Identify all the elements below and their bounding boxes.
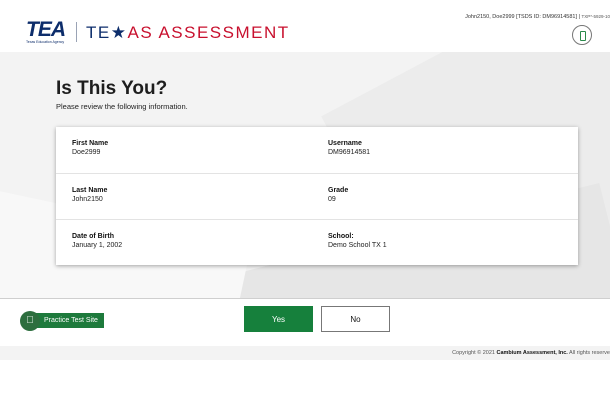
info-row: Date of Birth January 1, 2002 School: De… — [56, 219, 578, 265]
school-field: School: Demo School TX 1 — [328, 233, 387, 249]
info-row: First Name Doe2999 Username DM96914581 — [56, 127, 578, 173]
field-label: First Name — [72, 140, 109, 147]
brand-te: TE — [86, 23, 111, 42]
texas-assessment-logo: TE★AS ASSESSMENT — [86, 23, 290, 43]
field-value: January 1, 2002 — [72, 242, 123, 249]
grade-field: Grade 09 — [328, 187, 348, 203]
session-tag: TXP*-5929-10 — [581, 14, 610, 19]
field-label: Grade — [328, 187, 349, 194]
date-of-birth-field: Date of Birth January 1, 2002 — [72, 233, 122, 249]
page-subtitle: Please review the following information. — [56, 102, 188, 111]
tea-logo-subtext: Texas Education Agency — [26, 40, 65, 44]
info-row: Last Name John2150 Grade 09 — [56, 173, 578, 219]
field-label: Username — [328, 140, 362, 147]
field-value: Doe2999 — [72, 149, 101, 156]
field-label: School: — [328, 233, 354, 240]
footer: Copyright © 2021 Cambium Assessment, Inc… — [0, 346, 610, 360]
field-label: Date of Birth — [72, 233, 114, 240]
username-field: Username DM96914581 — [328, 140, 370, 156]
first-name-field: First Name Doe2999 — [72, 140, 108, 156]
field-value: DM96914581 — [328, 149, 371, 156]
no-button[interactable]: No — [321, 306, 390, 332]
logo-divider — [76, 22, 77, 42]
apple-icon:  — [20, 311, 40, 331]
copyright-prefix: Copyright © 2021 — [452, 350, 497, 356]
student-info-card: First Name Doe2999 Username DM96914581 L… — [56, 127, 578, 265]
brand-rest: AS ASSESSMENT — [127, 23, 290, 42]
user-info: John2150, Doe2999 [TSDS ID: DM96914581] … — [465, 14, 610, 20]
tablet-icon[interactable] — [572, 25, 592, 45]
brand-star-icon: ★ — [110, 23, 128, 42]
tea-logo: TEA Texas Education Agency — [26, 18, 72, 46]
copyright-company: Cambium Assessment, Inc. — [496, 350, 568, 356]
copyright-suffix: All rights reserve — [567, 350, 610, 356]
last-name-field: Last Name John2150 — [72, 187, 107, 203]
tea-logo-text: TEA — [26, 18, 66, 41]
copyright: Copyright © 2021 Cambium Assessment, Inc… — [452, 350, 610, 356]
user-info-text: John2150, Doe2999 [TSDS ID: DM96914581] … — [465, 14, 582, 20]
field-value: Demo School TX 1 — [328, 242, 387, 249]
field-value: John2150 — [72, 196, 103, 203]
field-label: Last Name — [72, 187, 108, 194]
footer-divider — [0, 298, 610, 299]
page-title: Is This You? — [56, 78, 168, 99]
header: TEA Texas Education Agency TE★AS ASSESSM… — [0, 0, 610, 52]
field-value: 09 — [328, 196, 336, 203]
yes-button[interactable]: Yes — [244, 306, 313, 332]
practice-test-site-label: Practice Test Site — [32, 313, 104, 328]
